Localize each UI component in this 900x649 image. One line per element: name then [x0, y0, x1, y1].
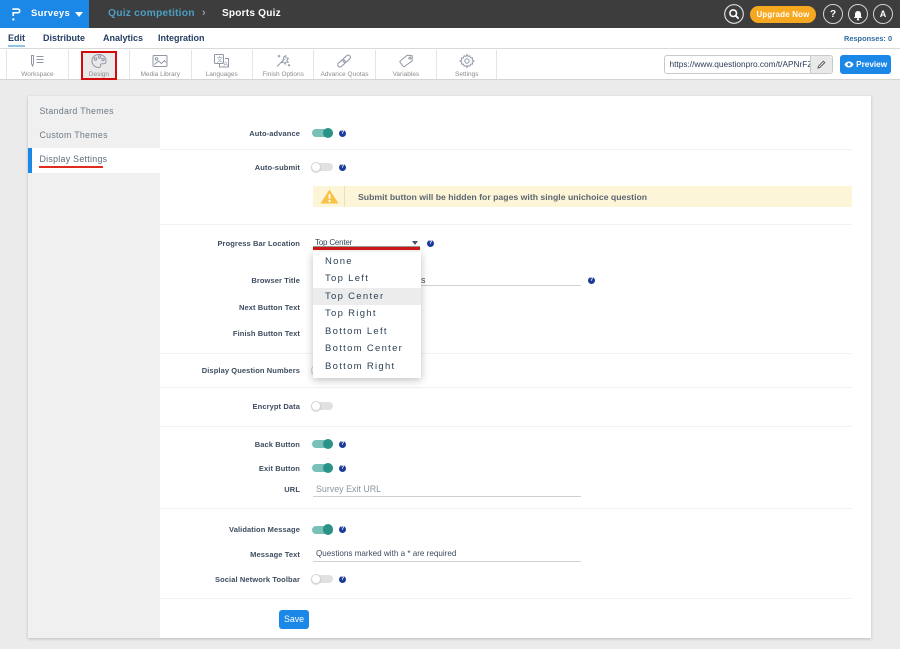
- svg-text:文: 文: [216, 55, 223, 64]
- svg-text:A: A: [223, 61, 228, 68]
